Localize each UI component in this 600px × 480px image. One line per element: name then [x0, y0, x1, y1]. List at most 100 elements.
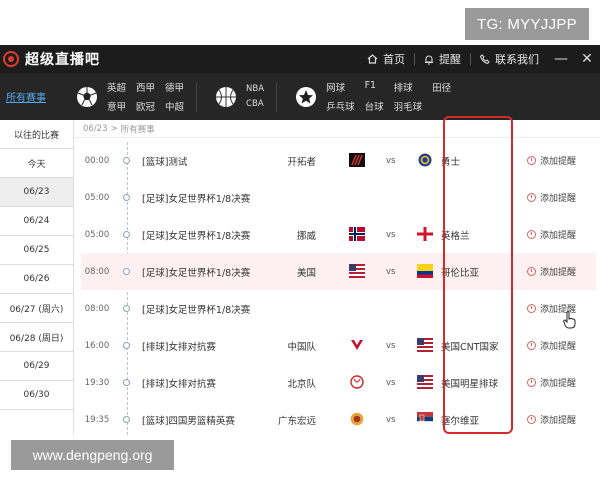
- guangdong-team-logo-icon: [350, 412, 364, 426]
- match-time: 05:00: [84, 229, 110, 240]
- add-reminder-button[interactable]: 添加提醒: [527, 154, 576, 167]
- add-reminder-label: 添加提醒: [540, 416, 577, 426]
- home-team: 北京队: [287, 378, 316, 390]
- star-icon: [296, 86, 317, 107]
- breadcrumb: 06/23 > 所有赛事: [75, 120, 600, 138]
- phone-icon: [480, 54, 490, 64]
- category-athletics[interactable]: 田径: [432, 80, 451, 94]
- add-reminder-button[interactable]: 添加提醒: [527, 339, 576, 352]
- nav-date-0627[interactable]: 06/27 (周六): [0, 294, 73, 323]
- clock-icon: [527, 193, 536, 202]
- timeline-dot: [123, 305, 130, 312]
- breadcrumb-section: 所有赛事: [120, 124, 155, 135]
- category-f1[interactable]: F1: [365, 80, 384, 94]
- category-badminton[interactable]: 羽毛球: [394, 99, 423, 113]
- home-team: 广东宏远: [277, 415, 316, 427]
- category-table-tennis[interactable]: 乒乓球: [326, 99, 355, 113]
- add-reminder-label: 添加提醒: [540, 379, 577, 389]
- category-cba[interactable]: CBA: [246, 99, 264, 109]
- watermark-bottom: www.dengpeng.org: [11, 440, 174, 470]
- home-label: 首页: [383, 53, 405, 66]
- timeline-dot: [123, 379, 130, 386]
- vs-label: vs: [386, 377, 396, 388]
- timeline-dot: [123, 268, 130, 275]
- clock-icon: [527, 415, 536, 424]
- match-row: 05:00 [足球]女足世界杯1/8决赛 添加提醒: [81, 179, 596, 216]
- beijing-team-logo-icon: [350, 375, 364, 389]
- category-billiards[interactable]: 台球: [365, 99, 384, 113]
- divider: [196, 81, 198, 112]
- nav-today[interactable]: 今天: [0, 149, 73, 178]
- home-icon: [367, 54, 378, 64]
- category-nba[interactable]: NBA: [246, 84, 264, 94]
- vs-label: vs: [386, 155, 396, 166]
- match-event: [排球]女排对抗赛: [142, 341, 216, 353]
- match-time: 05:00: [84, 192, 110, 203]
- category-champions-league[interactable]: 欧冠: [136, 99, 155, 113]
- nav-date-0625[interactable]: 06/25: [0, 236, 73, 265]
- category-bundesliga[interactable]: 德甲: [165, 80, 184, 94]
- usa-flag-icon: [417, 375, 433, 389]
- warriors-logo-icon: [418, 153, 432, 167]
- home-team: 挪威: [296, 230, 316, 242]
- nav-date-0629[interactable]: 06/29: [0, 352, 73, 381]
- category-volleyball[interactable]: 排球: [394, 80, 423, 94]
- basketball-icon: [216, 86, 237, 107]
- category-serie-a[interactable]: 意甲: [107, 99, 126, 113]
- watermark-top: TG: MYYJJPP: [465, 8, 589, 40]
- add-reminder-button[interactable]: 添加提醒: [527, 191, 576, 204]
- nav-past-matches[interactable]: 以往的比赛: [0, 120, 73, 149]
- add-reminder-label: 添加提醒: [540, 342, 577, 352]
- football-icon: [77, 86, 97, 107]
- category-la-liga[interactable]: 西甲: [136, 80, 155, 94]
- match-row: 19:30 [排球]女排对抗赛 北京队 vs 美国明星排球 添加提醒: [81, 364, 596, 401]
- add-reminder-button[interactable]: 添加提醒: [527, 228, 576, 241]
- clock-icon: [527, 230, 536, 239]
- serbia-flag-icon: [417, 412, 433, 426]
- category-premier-league[interactable]: 英超: [107, 80, 126, 94]
- nav-date-0624[interactable]: 06/24: [0, 207, 73, 236]
- blazers-logo-icon: [349, 153, 365, 167]
- match-event: [足球]女足世界杯1/8决赛: [142, 304, 251, 316]
- timeline-dot: [123, 416, 130, 423]
- match-event: [足球]女足世界杯1/8决赛: [142, 193, 251, 205]
- china-team-logo-icon: [351, 340, 363, 350]
- date-sidebar: 以往的比赛 今天 06/23 06/24 06/25 06/26 06/27 (…: [0, 120, 74, 435]
- nav-date-0626[interactable]: 06/26: [0, 265, 73, 294]
- match-time: 08:00: [84, 303, 110, 314]
- clock-icon: [527, 156, 536, 165]
- reminder-highlight-box: [443, 116, 513, 434]
- close-button[interactable]: ✕: [574, 51, 600, 67]
- usa-flag-icon: [417, 338, 433, 352]
- all-events-link[interactable]: 所有赛事: [6, 89, 70, 104]
- add-reminder-button[interactable]: 添加提醒: [527, 413, 576, 426]
- breadcrumb-date[interactable]: 06/23: [83, 124, 108, 134]
- vs-label: vs: [386, 229, 396, 240]
- schedule-panel: 06/23 > 所有赛事 00:00 [篮球]测试 开拓者 vs 勇士 添加提醒…: [75, 120, 600, 435]
- minimize-button[interactable]: —: [548, 51, 574, 67]
- contact-link[interactable]: 联系我们: [471, 51, 548, 67]
- match-row: 05:00 [足球]女足世界杯1/8决赛 挪威 vs 英格兰 添加提醒: [81, 216, 596, 253]
- nav-date-0623[interactable]: 06/23: [0, 178, 73, 207]
- nav-date-0628[interactable]: 06/28 (周日): [0, 323, 73, 352]
- clock-icon: [527, 378, 536, 387]
- match-event: [排球]女排对抗赛: [142, 378, 216, 390]
- category-csl[interactable]: 中超: [165, 99, 184, 113]
- bell-icon: [425, 55, 433, 65]
- home-link[interactable]: 首页: [358, 51, 414, 67]
- nav-date-0630[interactable]: 06/30: [0, 381, 73, 410]
- category-bar: 所有赛事 英超 西甲 德甲 意甲 欧冠 中超 NBA CBA 网球 F1 排球 …: [0, 73, 600, 120]
- timeline-dot: [123, 194, 130, 201]
- usa-flag-icon: [349, 264, 365, 278]
- add-reminder-button[interactable]: 添加提醒: [527, 376, 576, 389]
- match-time: 16:00: [84, 340, 110, 351]
- category-tennis[interactable]: 网球: [326, 80, 355, 94]
- add-reminder-label: 添加提醒: [540, 268, 577, 278]
- remind-link[interactable]: 提醒: [415, 51, 470, 67]
- hand-cursor-icon: [563, 311, 576, 329]
- add-reminder-button[interactable]: 添加提醒: [527, 265, 576, 278]
- match-row: 00:00 [篮球]测试 开拓者 vs 勇士 添加提醒: [81, 142, 596, 179]
- england-flag-icon: [417, 227, 433, 241]
- timeline-dot: [123, 157, 130, 164]
- clock-icon: [527, 304, 536, 313]
